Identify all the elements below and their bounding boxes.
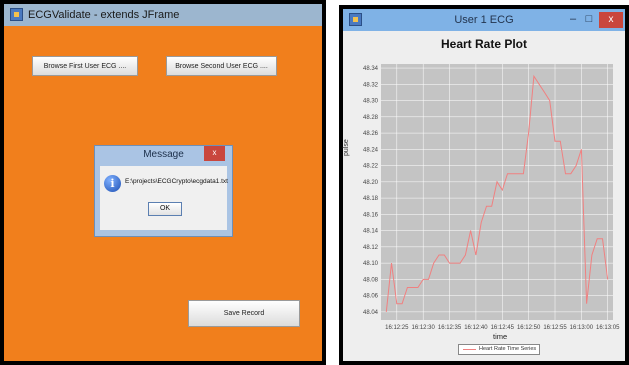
- dialog-body: i E:\projects\ECGCrypto\ecgdata1.txt OK: [100, 166, 228, 230]
- save-record-button[interactable]: Save Record: [188, 300, 300, 327]
- legend-label: Heart Rate Time Series: [479, 346, 537, 352]
- dialog-message: E:\projects\ECGCrypto\ecgdata1.txt: [125, 178, 228, 185]
- plot-area: [381, 64, 613, 320]
- y-tick-label: 48.14: [363, 229, 379, 235]
- y-tick-label: 48.06: [363, 294, 379, 300]
- y-axis-label: pulse: [343, 139, 350, 156]
- y-tick-label: 48.34: [363, 66, 379, 72]
- x-tick-label: 16:12:55: [543, 325, 567, 331]
- java-frame-icon: [10, 8, 23, 21]
- x-tick-label: 16:12:30: [412, 325, 436, 331]
- maximize-button[interactable]: □: [581, 12, 597, 28]
- x-tick-label: 16:12:40: [464, 325, 488, 331]
- left-window-titlebar[interactable]: ECGValidate - extends JFrame: [4, 4, 322, 26]
- x-tick-label: 16:12:45: [491, 325, 515, 331]
- y-tick-label: 48.32: [363, 82, 379, 88]
- x-tick-label: 16:12:25: [385, 325, 409, 331]
- right-window-titlebar[interactable]: User 1 ECG – □ x: [343, 9, 625, 31]
- y-tick-label: 48.30: [363, 99, 379, 105]
- y-tick-label: 48.20: [363, 180, 379, 186]
- message-dialog: Message x i E:\projects\ECGCrypto\ecgdat…: [94, 145, 233, 237]
- ecg-validate-window: ECGValidate - extends JFrame Browse Firs…: [0, 0, 326, 365]
- chart-panel: Heart Rate Plot 48.04 48.06 48.08 48.10 48.1…: [343, 31, 625, 361]
- y-tick-label: 48.26: [363, 131, 379, 137]
- y-tick-label: 48.12: [363, 245, 379, 251]
- left-window-title: ECGValidate - extends JFrame: [28, 9, 180, 21]
- y-tick-label: 48.24: [363, 147, 379, 153]
- x-tick-label: 16:13:00: [570, 325, 594, 331]
- y-tick-label: 48.22: [363, 164, 379, 170]
- user-1-ecg-window: User 1 ECG – □ x Heart Rate Plot 48.04 48…: [339, 5, 629, 365]
- x-tick-label: 16:12:50: [517, 325, 541, 331]
- heart-rate-chart: 48.04 48.06 48.08 48.10 48.12 48.14 48.16 48.18…: [363, 64, 620, 331]
- x-tick-label: 16:13:05: [596, 325, 620, 331]
- dialog-close-button[interactable]: x: [204, 146, 225, 161]
- info-icon: i: [104, 175, 121, 192]
- y-tick-label: 48.04: [363, 310, 379, 316]
- x-axis-label: time: [493, 332, 508, 341]
- legend-swatch: [463, 349, 476, 350]
- browse-second-user-ecg-button[interactable]: Browse Second User ECG ....: [166, 56, 277, 76]
- browse-first-user-ecg-button[interactable]: Browse First User ECG ....: [32, 56, 138, 76]
- x-tick-label: 16:12:35: [438, 325, 462, 331]
- chart-legend: Heart Rate Time Series: [458, 344, 541, 355]
- y-tick-label: 48.28: [363, 115, 379, 121]
- ok-button[interactable]: OK: [148, 202, 182, 216]
- y-tick-label: 48.08: [363, 277, 379, 283]
- minimize-button[interactable]: –: [565, 12, 581, 28]
- y-tick-label: 48.10: [363, 261, 379, 267]
- y-tick-label: 48.16: [363, 212, 379, 218]
- close-button[interactable]: x: [599, 12, 623, 28]
- y-tick-label: 48.18: [363, 196, 379, 202]
